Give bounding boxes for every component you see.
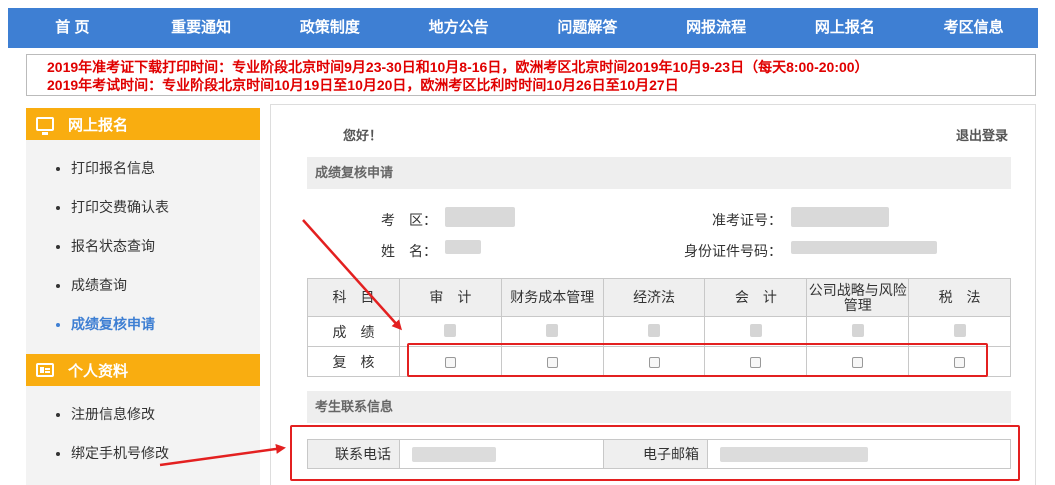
nav-online-registration[interactable]: 网上报名 — [781, 8, 910, 48]
subject-accounting: 会 计 — [704, 278, 808, 317]
sidebar: 网上报名 打印报名信息 打印交费确认表 报名状态查询 成绩查询 成绩复核申请 个… — [26, 108, 260, 485]
id-card-icon — [36, 363, 54, 377]
notice-line-admission: 2019年准考证下载打印时间：专业阶段北京时间9月23-30日和10月8-16日… — [47, 59, 869, 75]
score-cell — [602, 316, 706, 347]
sidebar-item-edit-registration[interactable]: 注册信息修改 — [56, 395, 260, 434]
nav-faq[interactable]: 问题解答 — [523, 8, 652, 48]
nav-home[interactable]: 首 页 — [8, 8, 137, 48]
notice-line-exam-time: 2019年考试时间：专业阶段北京时间10月19日至10月20日，欧洲考区比利时时… — [47, 77, 679, 93]
sidebar-header-label: 个人资料 — [68, 362, 129, 380]
score-value-redacted — [851, 323, 864, 337]
score-cell — [908, 316, 1011, 347]
monitor-icon — [36, 117, 54, 135]
score-row: 成 绩 — [307, 316, 1011, 347]
admission-number-value-redacted — [791, 207, 889, 227]
top-nav: 首 页 重要通知 政策制度 地方公告 问题解答 网报流程 网上报名 考区信息 — [8, 8, 1038, 48]
score-cell — [500, 316, 604, 347]
sidebar-list-registration: 打印报名信息 打印交费确认表 报名状态查询 成绩查询 成绩复核申请 — [26, 140, 260, 354]
review-row-label: 复 核 — [307, 346, 400, 377]
subject-financial-cost-management: 财务成本管理 — [500, 278, 604, 317]
score-row-label: 成 绩 — [307, 316, 400, 347]
section-title-contact-info: 考生联系信息 — [307, 391, 1011, 423]
subject-economic-law: 经济法 — [602, 278, 706, 317]
subject-header: 科 目 — [307, 278, 400, 317]
greeting-text: 您好！ — [343, 128, 383, 143]
score-cell — [704, 316, 808, 347]
nav-important-notices[interactable]: 重要通知 — [137, 8, 266, 48]
id-number-label: 身份证件号码： — [684, 243, 782, 259]
name-value-redacted — [445, 240, 481, 254]
subject-strategy-risk-management: 公司战略与风险管理 — [806, 278, 910, 317]
score-cell — [399, 316, 502, 347]
score-value-redacted — [546, 323, 559, 337]
logout-link[interactable]: 退出登录 — [956, 125, 1008, 144]
section-title-score-review: 成绩复核申请 — [307, 157, 1011, 189]
table-header-row: 科 目 审 计 财务成本管理 经济法 会 计 公司战略与风险管理 税 法 — [307, 278, 1011, 317]
sidebar-item-print-registration[interactable]: 打印报名信息 — [56, 149, 260, 188]
score-value-redacted — [749, 323, 762, 337]
sidebar-item-print-payment[interactable]: 打印交费确认表 — [56, 188, 260, 227]
exam-area-label: 考 区： — [381, 212, 437, 228]
sidebar-item-score-review[interactable]: 成绩复核申请 — [56, 305, 260, 344]
greeting-row: 您好！ 退出登录 — [271, 105, 1035, 153]
sidebar-header-label: 网上报名 — [68, 116, 129, 134]
nav-policies[interactable]: 政策制度 — [266, 8, 395, 48]
id-number-value-redacted — [791, 241, 937, 254]
score-cell — [806, 316, 910, 347]
score-value-redacted — [648, 323, 661, 337]
name-label: 姓 名： — [381, 243, 437, 259]
sidebar-item-change-phone[interactable]: 绑定手机号修改 — [56, 434, 260, 473]
sidebar-header-personal-info: 个人资料 — [26, 354, 260, 386]
annotation-box-contact-info — [290, 425, 1020, 481]
sidebar-header-online-registration: 网上报名 — [26, 108, 260, 140]
nav-local-announcements[interactable]: 地方公告 — [394, 8, 523, 48]
sidebar-item-status-query[interactable]: 报名状态查询 — [56, 227, 260, 266]
score-value-redacted — [444, 323, 457, 337]
score-value-redacted — [953, 323, 966, 337]
subject-audit: 审 计 — [399, 278, 502, 317]
exam-area-value-redacted — [445, 207, 515, 227]
nav-registration-process[interactable]: 网报流程 — [652, 8, 781, 48]
admission-number-label: 准考证号： — [712, 212, 782, 228]
nav-exam-area-info[interactable]: 考区信息 — [909, 8, 1038, 48]
sidebar-list-personal: 注册信息修改 绑定手机号修改 — [26, 386, 260, 483]
annotation-box-review-checkboxes — [407, 343, 988, 377]
sidebar-item-score-query[interactable]: 成绩查询 — [56, 266, 260, 305]
subject-tax-law: 税 法 — [908, 278, 1011, 317]
notice-box: 2019年准考证下载打印时间：专业阶段北京时间9月23-30日和10月8-16日… — [26, 54, 1036, 96]
